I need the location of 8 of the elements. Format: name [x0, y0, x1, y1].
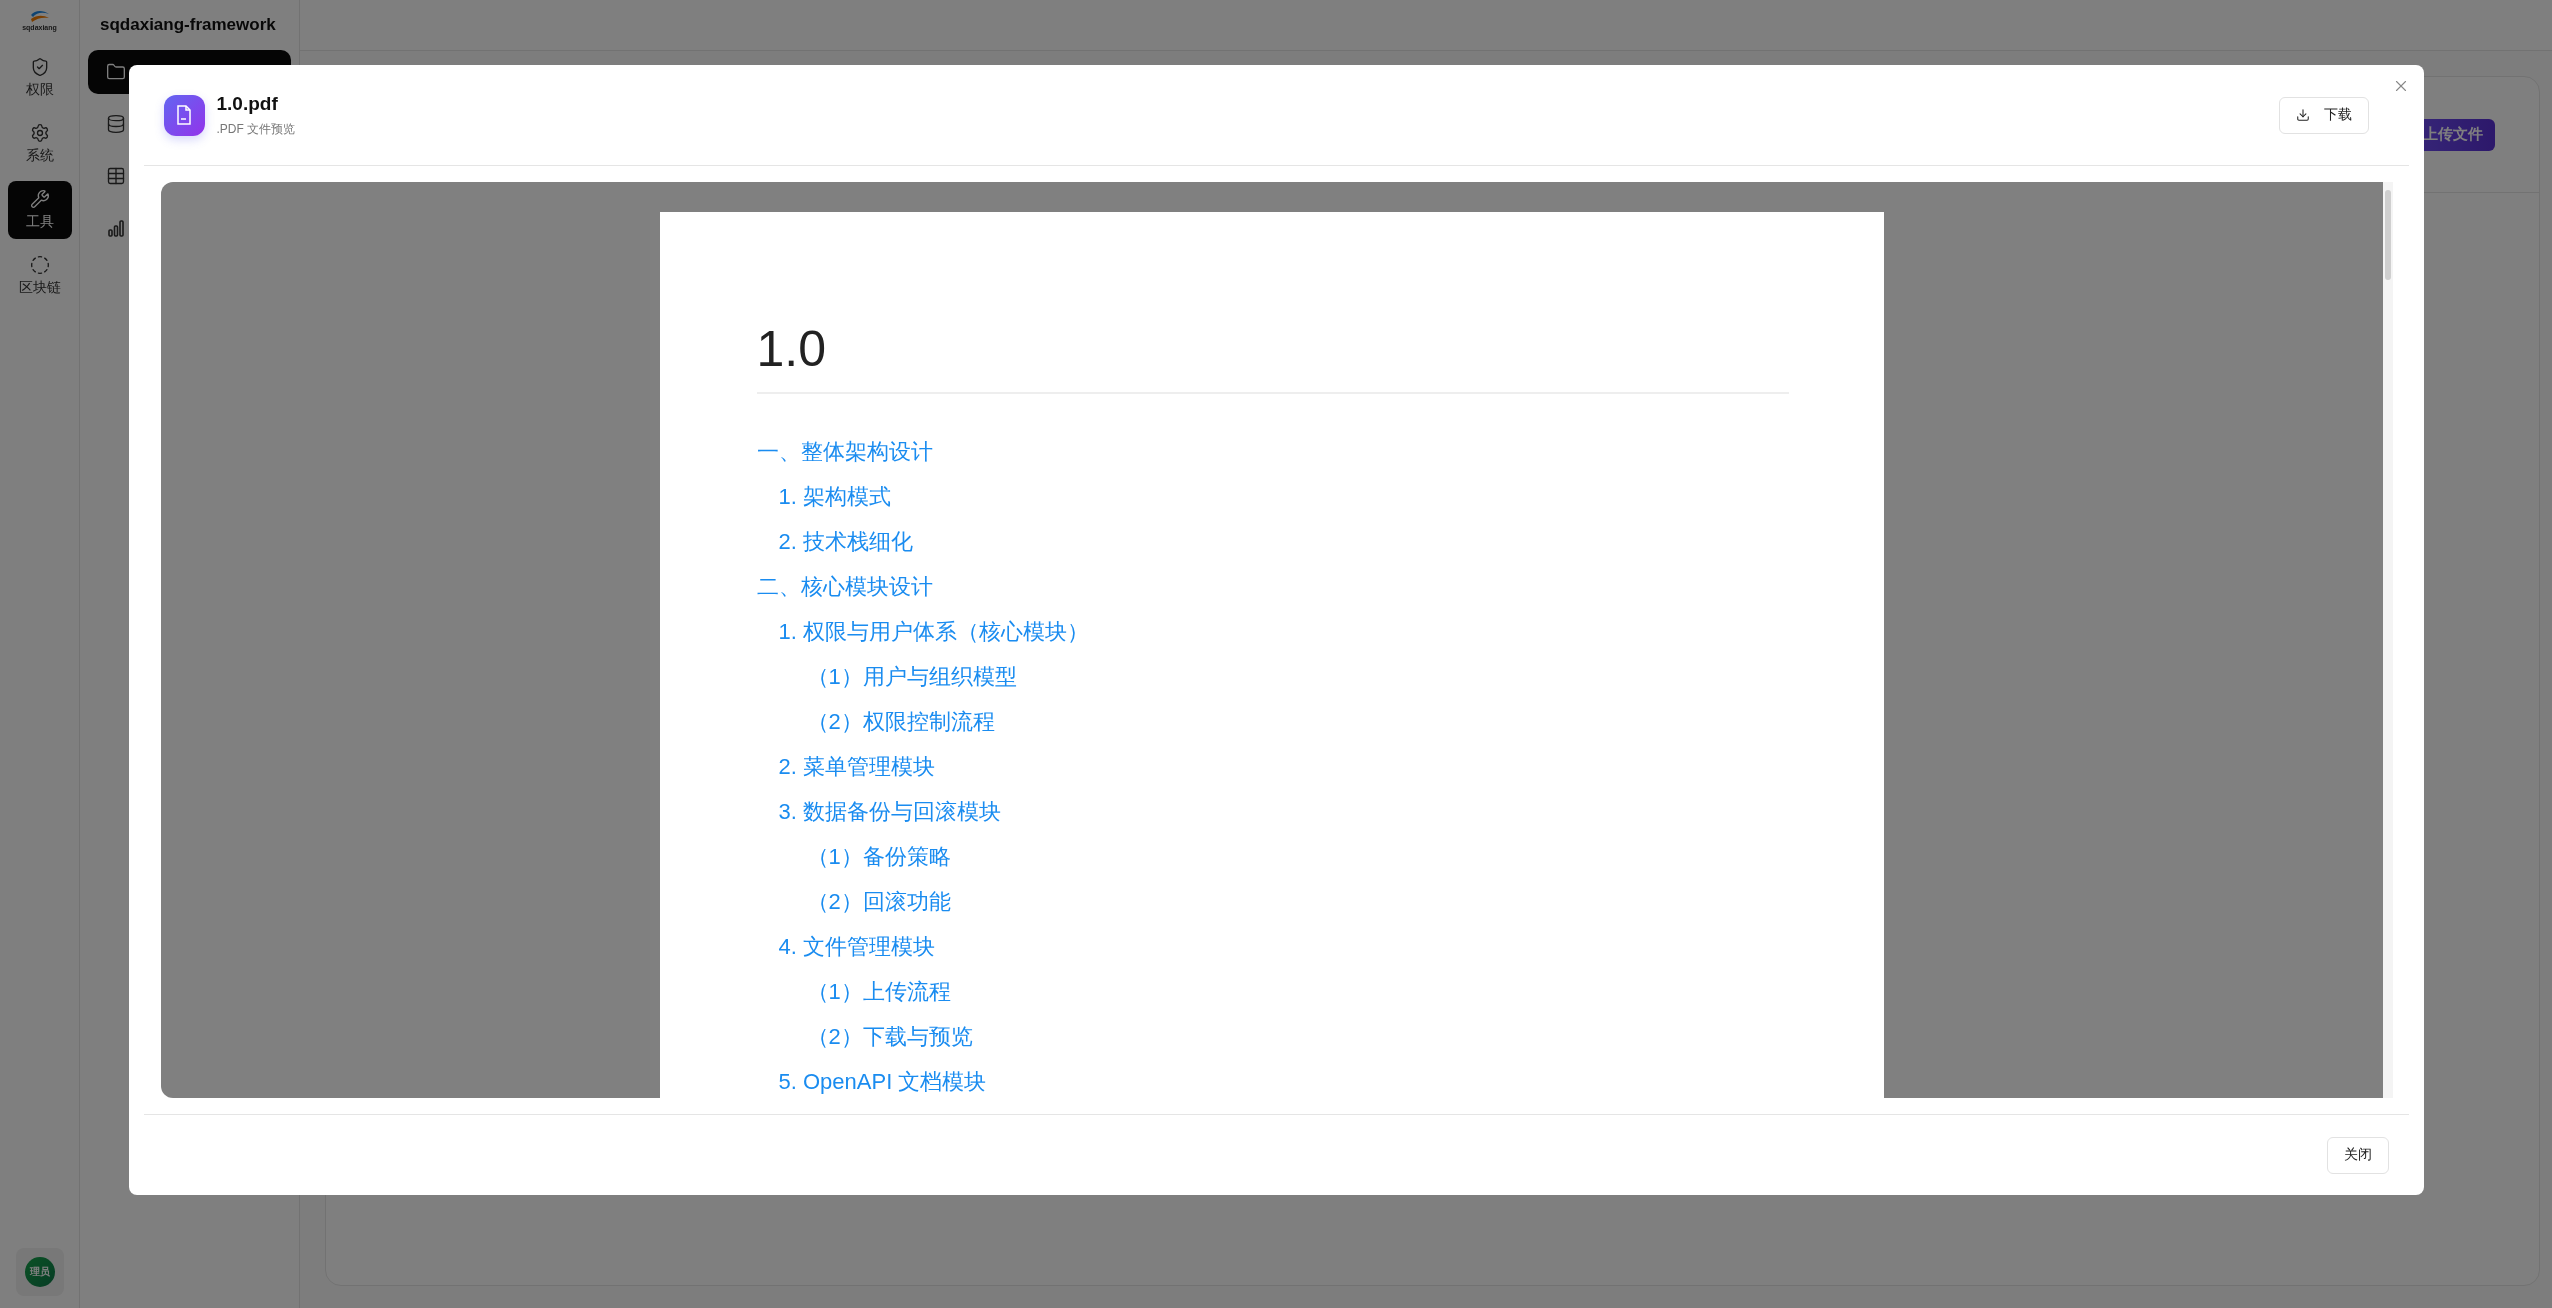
- rail-nav-label: 区块链: [18, 279, 61, 297]
- rail-nav-label: 工具: [25, 213, 54, 231]
- dialog-subtitle: .PDF 文件预览: [216, 120, 297, 138]
- rail-nav-label: 权限: [25, 81, 54, 99]
- app-title: sqdaxiang-framework: [99, 14, 277, 36]
- document-heading: 1.0: [756, 320, 1789, 394]
- rail-nav-label: 系统: [25, 147, 54, 165]
- dialog-title: 1.0.pdf: [216, 92, 279, 115]
